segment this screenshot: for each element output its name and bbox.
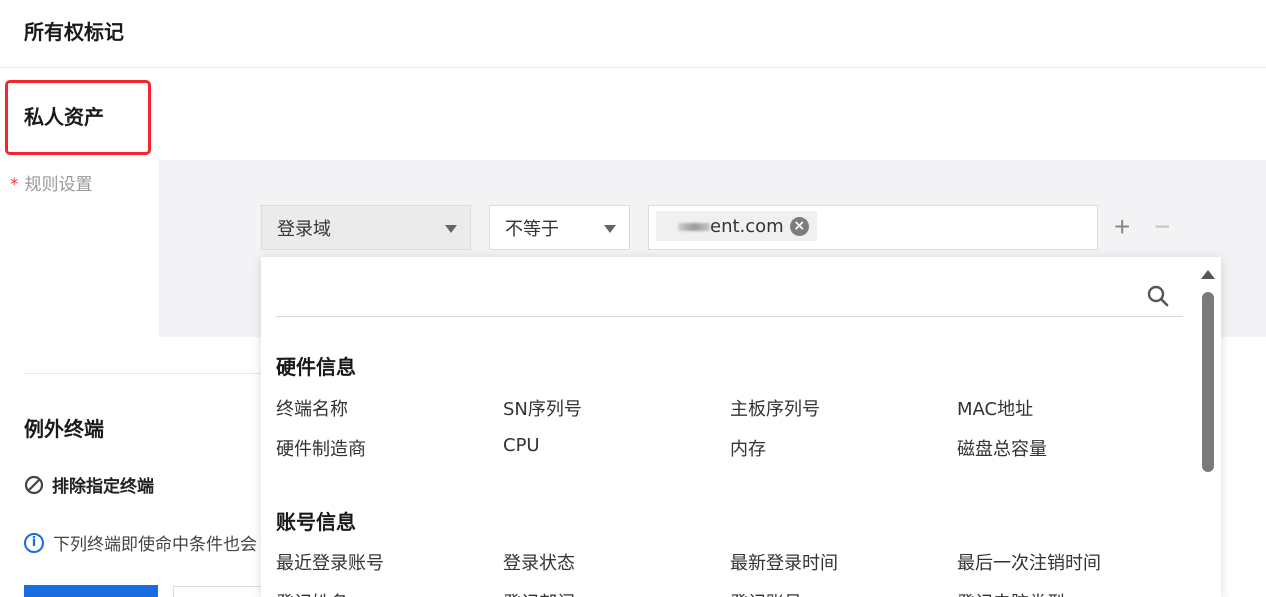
group-title-hardware: 硬件信息 bbox=[276, 355, 356, 379]
required-mark: * bbox=[10, 175, 19, 195]
option-item[interactable]: 磁盘总容量 bbox=[957, 435, 1047, 461]
field-dropdown-menu: 硬件信息 终端名称 SN序列号 主板序列号 MAC地址 硬件制造商 CPU 内存… bbox=[261, 257, 1221, 597]
highlight-annotation bbox=[5, 80, 151, 155]
option-item[interactable]: 最后一次注销时间 bbox=[957, 549, 1101, 575]
rule-settings-text: 规则设置 bbox=[24, 175, 93, 195]
caret-down-icon bbox=[445, 225, 457, 233]
page-title: 所有权标记 bbox=[24, 20, 124, 44]
operator-select[interactable]: 不等于 bbox=[489, 205, 630, 250]
clear-icon[interactable]: × bbox=[789, 216, 809, 236]
exclude-label: 排除指定终端 bbox=[52, 477, 154, 497]
exclude-icon bbox=[24, 475, 44, 494]
option-item[interactable]: 登记姓名 bbox=[276, 589, 348, 597]
option-item[interactable]: 登记部门 bbox=[503, 589, 575, 597]
info-notice: i 下列终端即使命中条件也会 bbox=[24, 530, 257, 555]
add-rule-button[interactable]: + bbox=[1114, 213, 1130, 241]
exception-title: 例外终端 bbox=[24, 417, 104, 441]
option-item[interactable]: 硬件制造商 bbox=[276, 435, 366, 461]
option-item[interactable]: SN序列号 bbox=[503, 395, 582, 421]
title-divider bbox=[0, 67, 1266, 68]
option-item[interactable]: 最近登录账号 bbox=[276, 549, 384, 575]
primary-button[interactable] bbox=[24, 585, 158, 597]
field-select-value: 登录域 bbox=[277, 218, 331, 240]
option-item[interactable]: 登记电脑类型 bbox=[957, 589, 1065, 597]
redacted-text bbox=[678, 223, 710, 231]
exclude-terminals[interactable]: 排除指定终端 bbox=[24, 472, 154, 497]
scroll-up-icon[interactable] bbox=[1201, 270, 1215, 279]
section-divider bbox=[24, 373, 264, 374]
scroll-thumb[interactable] bbox=[1202, 292, 1214, 472]
option-item[interactable]: 终端名称 bbox=[276, 395, 348, 421]
terminal-input[interactable] bbox=[173, 586, 263, 597]
value-tag-text: ent.com bbox=[710, 215, 784, 237]
option-item[interactable]: 内存 bbox=[730, 435, 766, 461]
value-tag-input[interactable]: ent.com × bbox=[648, 205, 1098, 250]
dropdown-search-input[interactable] bbox=[276, 277, 1183, 317]
info-text: 下列终端即使命中条件也会 bbox=[53, 535, 257, 555]
option-item[interactable]: 登记账号 bbox=[730, 589, 802, 597]
option-item[interactable]: MAC地址 bbox=[957, 395, 1033, 421]
remove-rule-button[interactable]: − bbox=[1154, 213, 1170, 241]
search-icon[interactable] bbox=[1147, 285, 1169, 307]
option-item[interactable]: 主板序列号 bbox=[730, 395, 820, 421]
field-select[interactable]: 登录域 bbox=[261, 205, 471, 250]
option-item[interactable]: 最新登录时间 bbox=[730, 549, 838, 575]
operator-select-value: 不等于 bbox=[505, 218, 559, 240]
dropdown-scrollbar[interactable] bbox=[1198, 262, 1218, 597]
option-item[interactable]: 登录状态 bbox=[503, 549, 575, 575]
group-title-account: 账号信息 bbox=[276, 510, 356, 534]
info-icon: i bbox=[24, 532, 44, 553]
rule-settings-label: * 规则设置 bbox=[10, 170, 93, 195]
caret-down-icon bbox=[604, 225, 616, 233]
value-tag: ent.com × bbox=[656, 211, 817, 241]
option-item[interactable]: CPU bbox=[503, 435, 540, 456]
